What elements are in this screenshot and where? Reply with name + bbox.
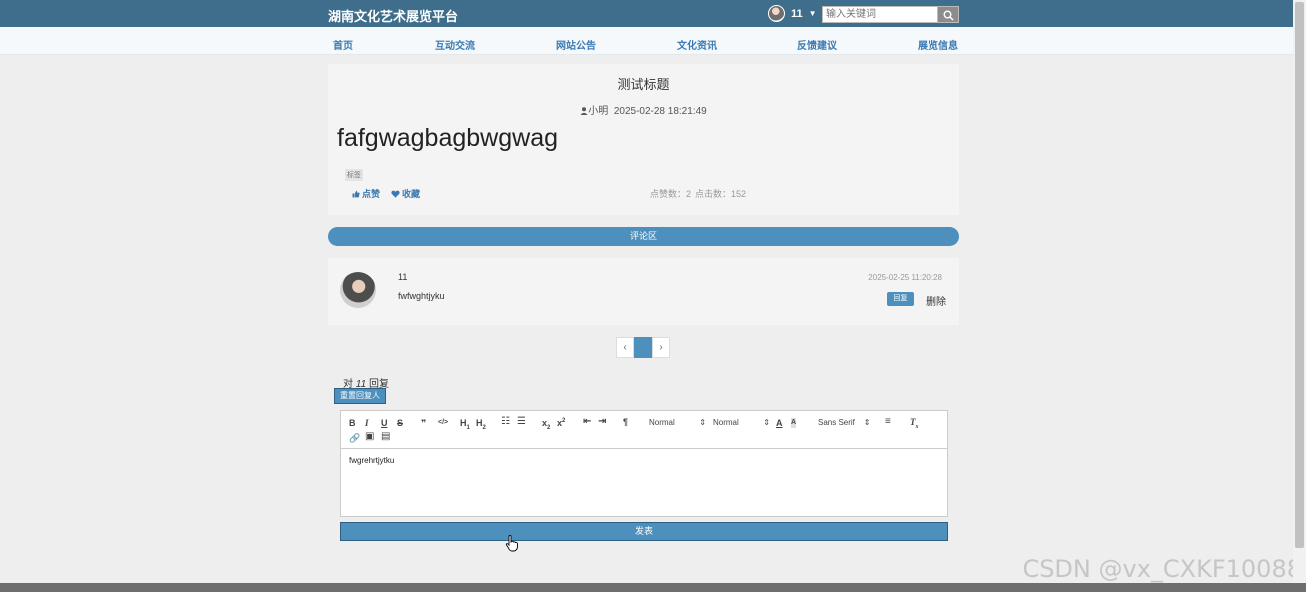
- publish-button[interactable]: 发表: [340, 522, 948, 541]
- nav-item-exhibition[interactable]: 展览信息: [918, 37, 958, 52]
- chevron-updown-icon: ⇕: [763, 418, 770, 427]
- outdent-icon[interactable]: ⇤: [583, 417, 591, 427]
- reset-reply-button[interactable]: 重置回复人: [334, 388, 386, 404]
- article-card: 测试标题 小明 2025-02-28 18:21:49 fafgwagbagbw…: [328, 64, 959, 215]
- next-page-button[interactable]: ›: [652, 337, 670, 358]
- watermark: CSDN @vx_CXKF10088: [1022, 555, 1302, 583]
- underline-icon[interactable]: U: [381, 418, 388, 428]
- delete-button[interactable]: 删除: [926, 293, 946, 308]
- top-header: 湖南文化艺术展览平台 11 ▼: [0, 0, 1293, 27]
- article-datetime: 2025-02-28 18:21:49: [613, 106, 707, 117]
- blockquote-icon[interactable]: ❞: [421, 418, 426, 428]
- code-block-icon[interactable]: </>: [438, 418, 448, 428]
- image-icon[interactable]: ▣: [365, 432, 374, 442]
- italic-icon[interactable]: I: [365, 418, 369, 428]
- size-select[interactable]: Normal ⇕: [713, 418, 770, 427]
- header-1-icon[interactable]: H1: [460, 418, 470, 433]
- nav-item-culture-news[interactable]: 文化资讯: [677, 37, 717, 52]
- username[interactable]: 11: [791, 8, 803, 20]
- chevron-updown-icon: ⇕: [863, 418, 871, 427]
- editor-text[interactable]: fwgrehrtjytku: [349, 456, 394, 465]
- user-menu[interactable]: 11 ▼: [768, 5, 817, 22]
- bold-icon[interactable]: B: [349, 418, 356, 428]
- bullet-list-icon[interactable]: ☰: [517, 417, 526, 427]
- article-author: 小明: [588, 106, 609, 117]
- article-meta: 小明 2025-02-28 18:21:49: [328, 102, 959, 117]
- subscript-icon[interactable]: x2: [542, 418, 550, 433]
- comment-section-header: 评论区: [328, 227, 959, 246]
- chevron-updown-icon: ⇕: [699, 418, 706, 427]
- clear-format-icon[interactable]: Tx: [910, 417, 919, 432]
- footer-bar: [0, 583, 1306, 592]
- site-brand[interactable]: 湖南文化艺术展览平台: [328, 6, 458, 25]
- search-button[interactable]: [937, 6, 959, 23]
- avatar: [340, 272, 376, 308]
- scrollbar-thumb[interactable]: [1295, 2, 1304, 548]
- search-input[interactable]: [822, 6, 938, 23]
- click-count: 点击数：152: [695, 189, 747, 199]
- header-2-icon[interactable]: H2: [476, 418, 486, 433]
- heart-icon: [391, 190, 400, 198]
- size-select-value: Normal: [713, 418, 739, 427]
- text-direction-icon[interactable]: ¶: [623, 417, 628, 427]
- link-icon[interactable]: 🔗: [349, 433, 360, 443]
- like-count: 点赞数：2: [650, 189, 692, 199]
- article-content: fafgwagbagbwgwag: [337, 124, 558, 152]
- like-label: 点赞: [362, 189, 381, 199]
- article-tag: 标签: [345, 169, 363, 181]
- comment-user: 11: [398, 272, 408, 282]
- thumbs-up-icon: [352, 190, 360, 197]
- list-item: 11 fwfwghtjyku 2025-02-25 11:20:28 回复 删除: [328, 258, 959, 325]
- favorite-button[interactable]: 收藏: [391, 187, 420, 200]
- favorite-label: 收藏: [402, 189, 421, 199]
- text-color-icon[interactable]: A: [776, 418, 783, 428]
- ordered-list-icon[interactable]: ☷: [501, 417, 510, 427]
- strike-icon[interactable]: S: [397, 418, 403, 428]
- indent-icon[interactable]: ⇥: [598, 417, 606, 427]
- video-icon[interactable]: ▤: [381, 432, 390, 442]
- font-select-value: Sans Serif: [818, 418, 855, 427]
- avatar[interactable]: [768, 5, 785, 22]
- superscript-icon[interactable]: x2: [557, 416, 565, 428]
- comment-text: fwfwghtjyku: [398, 291, 445, 301]
- page-1-button[interactable]: [634, 337, 652, 358]
- hand-cursor-icon: [505, 535, 518, 552]
- like-button[interactable]: 点赞: [352, 187, 380, 200]
- nav-item-announcement[interactable]: 网站公告: [556, 37, 596, 52]
- main-nav: 首页 互动交流 网站公告 文化资讯 反馈建议 展览信息: [0, 27, 1293, 55]
- search-icon: [943, 10, 954, 21]
- prev-page-button[interactable]: ‹: [616, 337, 634, 358]
- nav-item-feedback[interactable]: 反馈建议: [797, 37, 837, 52]
- nav-item-interaction[interactable]: 互动交流: [435, 37, 475, 52]
- font-select[interactable]: Sans Serif ⇕: [818, 418, 871, 427]
- article-title: 测试标题: [617, 77, 670, 92]
- chevron-down-icon[interactable]: ▼: [809, 9, 817, 18]
- pagination: ‹ ›: [616, 337, 670, 358]
- nav-item-home[interactable]: 首页: [333, 37, 353, 52]
- header-select[interactable]: Normal ⇕: [649, 418, 706, 427]
- reply-button[interactable]: 回复: [887, 292, 914, 306]
- editor-content-area[interactable]: fwgrehrtjytku: [340, 448, 948, 517]
- comment-time: 2025-02-25 11:20:28: [868, 273, 942, 282]
- header-select-value: Normal: [649, 418, 675, 427]
- editor-toolbar: B I U S ❞ </> H1 H2 ☷ ☰ x2 x2 ⇤ ⇥ ¶ Norm…: [340, 410, 948, 449]
- scrollbar[interactable]: [1293, 0, 1306, 583]
- background-color-icon[interactable]: A: [791, 418, 797, 428]
- align-icon[interactable]: ≡: [885, 417, 891, 427]
